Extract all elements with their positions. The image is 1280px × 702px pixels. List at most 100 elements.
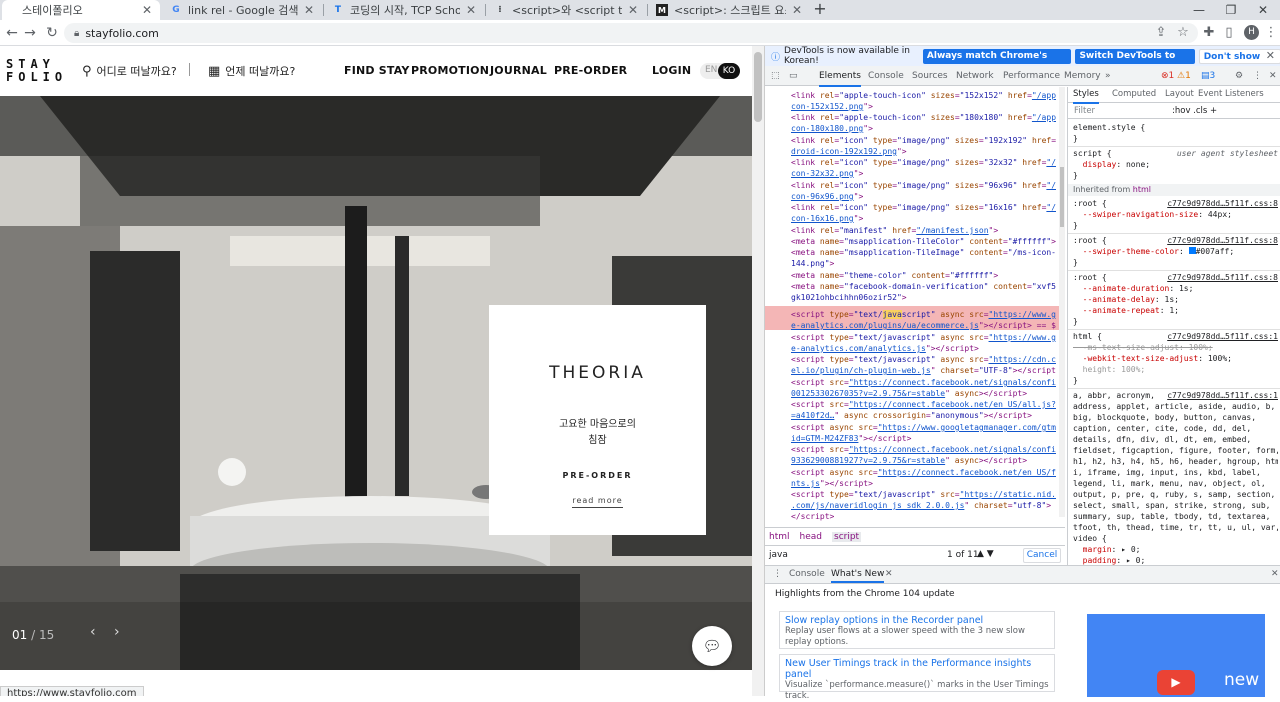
close-icon[interactable]: ✕ [1266, 49, 1275, 62]
share-icon[interactable]: ⇪ [1152, 24, 1170, 42]
tab-layout[interactable]: Layout [1165, 89, 1194, 100]
crumb-script[interactable]: script [832, 531, 862, 542]
back-button[interactable]: ← [2, 23, 22, 43]
devtools-drawer: ⋮ Console What's New ✕ ✕ Highlights from… [765, 565, 1280, 701]
read-more-link[interactable]: read more [572, 496, 623, 508]
status-bar-url: https://www.stayfolio.com [0, 686, 144, 696]
find-prev-next-icon[interactable]: ▲ ▼ [977, 549, 994, 559]
web-page: STAY FOLIO ⚲ 어디로 떠날까요? ▦ 언제 떠날까요? FIND STAY… [0, 46, 752, 696]
minimize-button[interactable]: — [1184, 0, 1214, 20]
close-window-button[interactable]: ✕ [1248, 0, 1278, 20]
page-scrollbar[interactable] [752, 46, 764, 696]
google-icon: G [172, 5, 180, 15]
tab-performance[interactable]: Performance [1003, 71, 1060, 81]
tab-script-type[interactable]: ⁝ <script>와 <script type="text/ja ✕ [486, 0, 646, 20]
nav-promotion[interactable]: PROMOTION [411, 64, 489, 77]
drawer-tab-whats-new[interactable]: What's New [831, 569, 885, 583]
login-link[interactable]: LOGIN [652, 64, 691, 77]
mdn-icon: M [656, 4, 668, 16]
extensions-icon[interactable]: ✚ [1200, 24, 1218, 42]
tab-memory[interactable]: Memory [1064, 71, 1101, 81]
switch-language-button[interactable]: Switch DevTools to Korean [1075, 48, 1195, 76]
tab-google-search[interactable]: Glink rel - Google 검색 ✕ [162, 0, 322, 20]
more-menu-icon[interactable]: ⋮ [1262, 24, 1280, 42]
profile-avatar[interactable]: H [1244, 25, 1259, 40]
nav-pre-order[interactable]: PRE-ORDER [554, 64, 627, 77]
whats-new-item-desc: Replay user flows at a slower speed with… [785, 626, 1025, 647]
crumb-html[interactable]: html [769, 532, 790, 542]
slider-controls [0, 602, 752, 670]
styles-pane: Styles Computed Layout Event Listeners F… [1067, 87, 1280, 565]
warning-badge[interactable]: ⚠1 [1177, 71, 1191, 81]
info-badge[interactable]: ▤3 [1201, 71, 1215, 81]
find-input[interactable]: java [769, 550, 944, 560]
bookmark-star-icon[interactable]: ☆ [1174, 24, 1192, 42]
match-language-button[interactable]: Always match Chrome's language [922, 48, 1072, 76]
forward-button[interactable]: → [20, 23, 40, 43]
drawer-tab-console[interactable]: Console [789, 569, 825, 579]
tab-console[interactable]: Console [868, 71, 904, 81]
promo-card[interactable]: THEORIA 고요한 마음으로의 침잠 PRE-ORDER read more [489, 305, 706, 535]
reload-button[interactable]: ↻ [42, 23, 62, 43]
tab-elements[interactable]: Elements [819, 71, 861, 87]
tab-tcpschool[interactable]: T 코딩의 시작, TCP School ✕ [324, 0, 484, 20]
card-desc-line-2: 침잠 [588, 435, 607, 446]
settings-gear-icon[interactable]: ⚙ [1235, 71, 1243, 81]
elements-scrollbar[interactable] [1059, 87, 1065, 517]
more-options-icon[interactable]: ⋮ [1253, 71, 1262, 81]
site-icon: ⁝ [498, 5, 502, 15]
whats-new-item[interactable]: Slow replay options in the Recorder pane… [779, 611, 1055, 649]
close-drawer-icon[interactable]: ✕ [1271, 569, 1279, 579]
tab-event-listeners[interactable]: Event Listeners [1198, 89, 1264, 100]
language-toggle[interactable]: EN KO [700, 63, 740, 79]
styles-filter[interactable]: Filter :hov .cls + [1068, 103, 1280, 119]
tab-title: 코딩의 시작, TCP School [350, 4, 460, 17]
stayfolio-logo[interactable]: STAY FOLIO [6, 58, 67, 84]
tab-computed[interactable]: Computed [1112, 89, 1156, 100]
tab-title: <script>: 스크립트 요소 - HTML [674, 4, 786, 17]
drawer-menu-icon[interactable]: ⋮ [773, 569, 782, 579]
browser-toolbar: ← → ↻ 🔒︎ stayfolio.com ⇪ ☆ ✚ ▯ H ⋮ [0, 20, 1280, 46]
more-tabs-icon[interactable]: » [1105, 71, 1111, 81]
crumb-head[interactable]: head [800, 532, 822, 542]
where-search[interactable]: ⚲ 어디로 떠날까요? [82, 63, 177, 79]
side-panel-icon[interactable]: ▯ [1220, 24, 1238, 42]
chat-button[interactable]: 💬︎ [692, 626, 732, 666]
tab-sources[interactable]: Sources [912, 71, 948, 81]
close-icon[interactable]: ✕ [466, 3, 476, 17]
when-search[interactable]: ▦ 언제 떠날까요? [208, 63, 295, 79]
find-cancel-button[interactable]: Cancel [1023, 548, 1061, 563]
close-icon[interactable]: ✕ [792, 3, 802, 17]
error-badge[interactable]: ⊗1 [1161, 71, 1174, 81]
hero-slider[interactable]: THEORIA 고요한 마음으로의 침잠 PRE-ORDER read more [0, 96, 752, 670]
lock-icon[interactable]: 🔒︎ [74, 28, 79, 39]
tab-mdn-script[interactable]: M <script>: 스크립트 요소 - HTML ✕ [648, 0, 810, 20]
nav-journal[interactable]: JOURNAL [490, 64, 547, 77]
inspect-element-icon[interactable]: ⬚ [771, 71, 780, 81]
tab-network[interactable]: Network [956, 71, 994, 81]
new-tab-button[interactable]: + [812, 0, 828, 20]
close-icon[interactable]: ✕ [304, 3, 314, 17]
close-icon[interactable]: ✕ [1269, 71, 1277, 81]
whats-new-video-thumbnail[interactable]: ▶ new [1087, 614, 1265, 697]
prev-slide-icon[interactable]: ‹ [90, 624, 96, 640]
elements-tree[interactable]: <link rel="apple-touch-icon" sizes="152x… [765, 87, 1065, 527]
tab-title: 스테이폴리오 [22, 4, 83, 17]
infobar-text: DevTools is now available in Korean! [784, 46, 911, 66]
filter-input[interactable]: Filter [1074, 106, 1095, 117]
breadcrumb: html head script [765, 527, 1065, 545]
hov-cls-toggles[interactable]: :hov .cls + [1172, 106, 1217, 117]
tab-styles[interactable]: Styles [1073, 89, 1099, 104]
next-slide-icon[interactable]: › [114, 624, 120, 640]
tab-stayfolio[interactable]: 스테이폴리오 ✕ [2, 0, 160, 20]
address-bar[interactable]: 🔒︎ stayfolio.com [64, 23, 1198, 43]
whats-new-item-title: New User Timings track in the Performanc… [785, 658, 1032, 680]
maximize-button[interactable]: ❐ [1216, 0, 1246, 20]
close-icon[interactable]: ✕ [142, 3, 152, 17]
whats-new-item[interactable]: New User Timings track in the Performanc… [779, 654, 1055, 701]
close-icon[interactable]: ✕ [628, 3, 638, 17]
close-icon[interactable]: ✕ [885, 569, 893, 579]
device-toolbar-icon[interactable]: ▭ [789, 71, 798, 81]
calendar-icon: ▦ [208, 63, 221, 79]
nav-find-stay[interactable]: FIND STAY [344, 64, 410, 77]
